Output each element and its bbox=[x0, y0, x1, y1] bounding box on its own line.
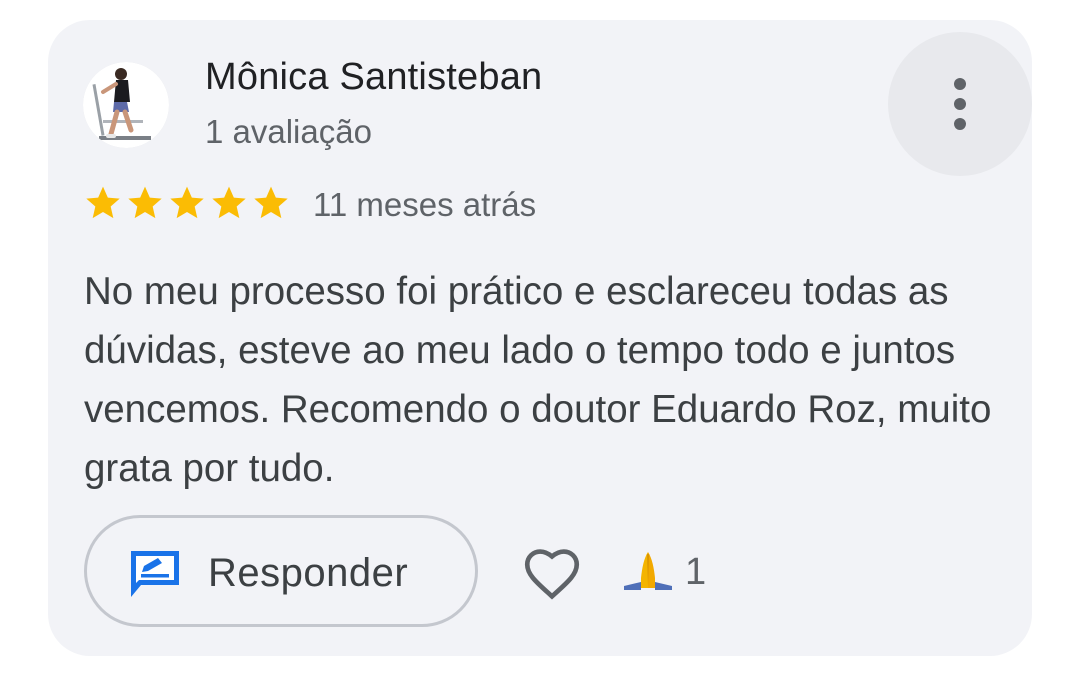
more-vert-icon bbox=[954, 78, 966, 90]
heart-outline-icon[interactable] bbox=[519, 540, 585, 606]
author-name[interactable]: Mônica Santisteban bbox=[205, 56, 542, 99]
reply-edit-icon bbox=[131, 551, 179, 597]
reply-button[interactable]: Responder bbox=[84, 515, 478, 627]
star-icon bbox=[170, 186, 204, 219]
star-icon bbox=[212, 186, 246, 219]
star-rating bbox=[83, 183, 291, 223]
review-text: No meu processo foi prático e esclareceu… bbox=[84, 270, 992, 490]
star-icon bbox=[254, 186, 288, 219]
author-review-count: 1 avaliação bbox=[205, 113, 372, 150]
folded-hands-emoji[interactable] bbox=[622, 548, 674, 592]
reply-label: Responder bbox=[208, 551, 409, 595]
more-options-button[interactable] bbox=[888, 32, 1032, 176]
star-icon bbox=[128, 186, 162, 219]
review-time: 11 meses atrás bbox=[313, 186, 537, 223]
reaction-count: 1 bbox=[685, 551, 707, 593]
star-icon bbox=[86, 186, 120, 219]
avatar[interactable] bbox=[83, 62, 169, 148]
